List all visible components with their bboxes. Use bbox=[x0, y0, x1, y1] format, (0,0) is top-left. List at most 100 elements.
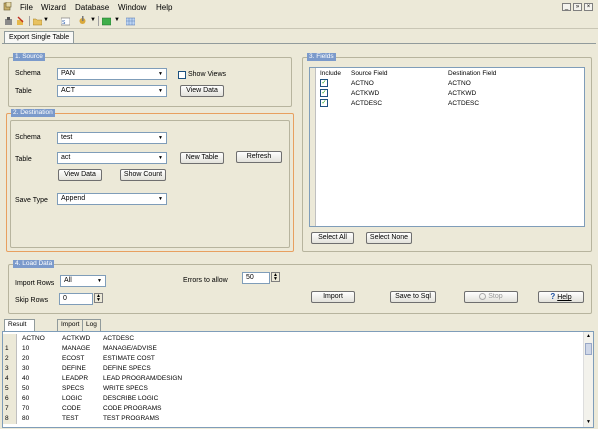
column-header-actkwd[interactable]: ACTKWD bbox=[62, 334, 90, 344]
menu-window[interactable]: Window bbox=[118, 3, 146, 12]
result-grid[interactable]: ACTNO ACTKWD ACTDESC 1 10 MANAGE MANAGE/… bbox=[2, 331, 594, 428]
save-to-sql-button[interactable]: Save to Sql bbox=[390, 291, 436, 303]
select-all-button[interactable]: Select All bbox=[311, 232, 354, 244]
tab-import[interactable]: Import bbox=[57, 319, 84, 331]
source-view-data-button[interactable]: View Data bbox=[180, 85, 224, 97]
menu-database[interactable]: Database bbox=[75, 3, 109, 12]
load-group-title: 4. Load Data bbox=[13, 260, 55, 268]
export-icon[interactable] bbox=[101, 16, 112, 26]
skip-rows-spinner[interactable]: ▲ ▼ bbox=[94, 293, 103, 303]
destination-schema-select[interactable]: test ▼ bbox=[57, 132, 167, 144]
connect-icon[interactable] bbox=[4, 16, 13, 26]
column-header-actno[interactable]: ACTNO bbox=[22, 334, 45, 344]
table-row[interactable]: 7 70 CODE CODE PROGRAMS bbox=[3, 404, 583, 414]
destination-table-label: Table bbox=[15, 156, 32, 163]
actno-cell: 80 bbox=[22, 415, 30, 422]
row-index: 5 bbox=[3, 384, 17, 394]
row-index: 3 bbox=[3, 364, 17, 374]
destination-table-select[interactable]: act ▼ bbox=[57, 152, 167, 164]
show-count-button[interactable]: Show Count bbox=[120, 169, 166, 181]
table-row[interactable]: 3 30 DEFINE DEFINE SPECS bbox=[3, 364, 583, 374]
scroll-thumb[interactable] bbox=[585, 343, 592, 355]
sql-icon[interactable]: S bbox=[60, 16, 71, 26]
include-checkbox[interactable]: ✓ bbox=[320, 89, 328, 97]
source-table-select[interactable]: ACT ▼ bbox=[57, 85, 167, 97]
row-index: 2 bbox=[3, 354, 17, 364]
result-scrollbar[interactable]: ▲ ▼ bbox=[583, 332, 593, 427]
restore-button[interactable]: » bbox=[573, 3, 582, 11]
minimize-button[interactable]: _ bbox=[562, 3, 571, 11]
table-row[interactable]: 5 50 SPECS WRITE SPECS bbox=[3, 384, 583, 394]
destination-table-value: act bbox=[61, 154, 71, 161]
source-field-cell: ACTNO bbox=[351, 80, 374, 87]
import-rows-select[interactable]: All ▼ bbox=[60, 275, 106, 287]
include-checkbox[interactable]: ✓ bbox=[320, 79, 328, 87]
show-views-checkbox[interactable] bbox=[178, 71, 186, 79]
settings-icon[interactable] bbox=[78, 16, 87, 26]
actdesc-cell: MANAGE/ADVISE bbox=[103, 345, 157, 352]
table-row[interactable]: 2 20 ECOST ESTIMATE COST bbox=[3, 354, 583, 364]
disconnect-icon[interactable] bbox=[16, 16, 25, 26]
destination-group-title: 2. Destination bbox=[11, 109, 55, 117]
new-table-button[interactable]: New Table bbox=[180, 152, 224, 164]
scroll-up-icon[interactable]: ▲ bbox=[584, 332, 593, 341]
source-schema-select[interactable]: PAN ▼ bbox=[57, 68, 167, 80]
actdesc-cell: LEAD PROGRAM/DESIGN bbox=[103, 375, 183, 382]
fields-row[interactable]: ✓ ACTNO ACTNO bbox=[310, 79, 584, 88]
row-index: 8 bbox=[3, 414, 17, 424]
menu-file[interactable]: File bbox=[20, 3, 33, 12]
column-header-destination-field[interactable]: Destination Field bbox=[448, 69, 496, 78]
load-group: 4. Load Data bbox=[8, 260, 592, 314]
chevron-down-icon[interactable]: ▼ bbox=[156, 70, 165, 78]
fields-row[interactable]: ✓ ACTDESC ACTDESC bbox=[310, 99, 584, 108]
close-button[interactable]: × bbox=[584, 3, 593, 11]
save-type-label: Save Type bbox=[15, 197, 48, 204]
destination-field-cell: ACTKWD bbox=[448, 90, 477, 97]
include-checkbox[interactable]: ✓ bbox=[320, 99, 328, 107]
help-button[interactable]: ? Help bbox=[538, 291, 584, 303]
actno-cell: 50 bbox=[22, 385, 30, 392]
save-type-select[interactable]: Append ▼ bbox=[57, 193, 167, 205]
grid-icon[interactable] bbox=[125, 16, 136, 26]
skip-rows-input[interactable]: 0 bbox=[59, 293, 93, 305]
result-header-row: ACTNO ACTKWD ACTDESC bbox=[3, 334, 583, 344]
column-header-actdesc[interactable]: ACTDESC bbox=[103, 334, 134, 344]
errors-to-allow-spinner[interactable]: ▲ ▼ bbox=[271, 272, 280, 282]
menu-help[interactable]: Help bbox=[156, 3, 172, 12]
table-row[interactable]: 6 60 LOGIC DESCRIBE LOGIC bbox=[3, 394, 583, 404]
select-none-button[interactable]: Select None bbox=[366, 232, 412, 244]
chevron-down-icon[interactable]: ▼ bbox=[156, 195, 165, 203]
chevron-down-icon[interactable]: ▼ bbox=[156, 87, 165, 95]
actno-cell: 30 bbox=[22, 365, 30, 372]
fields-grid[interactable]: Include Source Field Destination Field ✓… bbox=[309, 67, 585, 227]
tab-result-preview[interactable]: Result Preview bbox=[4, 319, 36, 338]
fields-row[interactable]: ✓ ACTKWD ACTKWD bbox=[310, 89, 584, 98]
tab-log[interactable]: Log bbox=[82, 319, 101, 331]
source-field-cell: ACTKWD bbox=[351, 90, 380, 97]
tab-export-single-table[interactable]: Export Single Table bbox=[4, 31, 75, 43]
import-rows-label: Import Rows bbox=[15, 280, 55, 287]
stop-button[interactable]: Stop bbox=[464, 291, 518, 303]
chevron-down-icon[interactable]: ▼ bbox=[114, 17, 120, 23]
column-header-include[interactable]: Include bbox=[320, 69, 341, 78]
scroll-down-icon[interactable]: ▼ bbox=[584, 418, 593, 427]
chevron-down-icon[interactable]: ▼ bbox=[90, 17, 96, 23]
table-row[interactable]: 1 10 MANAGE MANAGE/ADVISE bbox=[3, 344, 583, 354]
errors-to-allow-input[interactable]: 50 bbox=[242, 272, 270, 284]
destination-view-data-button[interactable]: View Data bbox=[58, 169, 102, 181]
refresh-button[interactable]: Refresh bbox=[236, 151, 282, 163]
actno-cell: 10 bbox=[22, 345, 30, 352]
table-row[interactable]: 8 80 TEST TEST PROGRAMS bbox=[3, 414, 583, 424]
chevron-down-icon[interactable]: ▼ bbox=[156, 154, 165, 162]
chevron-down-icon[interactable]: ▼ bbox=[43, 17, 49, 23]
source-group-title: 1. Source bbox=[13, 53, 45, 61]
actkwd-cell: LOGIC bbox=[62, 395, 83, 402]
import-button[interactable]: Import bbox=[311, 291, 355, 303]
chevron-down-icon[interactable]: ▼ bbox=[95, 277, 104, 285]
table-row[interactable]: 4 40 LEADPR LEAD PROGRAM/DESIGN bbox=[3, 374, 583, 384]
chevron-down-icon[interactable]: ▼ bbox=[156, 134, 165, 142]
open-icon[interactable] bbox=[32, 16, 43, 26]
show-views-label: Show Views bbox=[188, 71, 227, 78]
menu-wizard[interactable]: Wizard bbox=[41, 3, 66, 12]
column-header-source-field[interactable]: Source Field bbox=[351, 69, 388, 78]
